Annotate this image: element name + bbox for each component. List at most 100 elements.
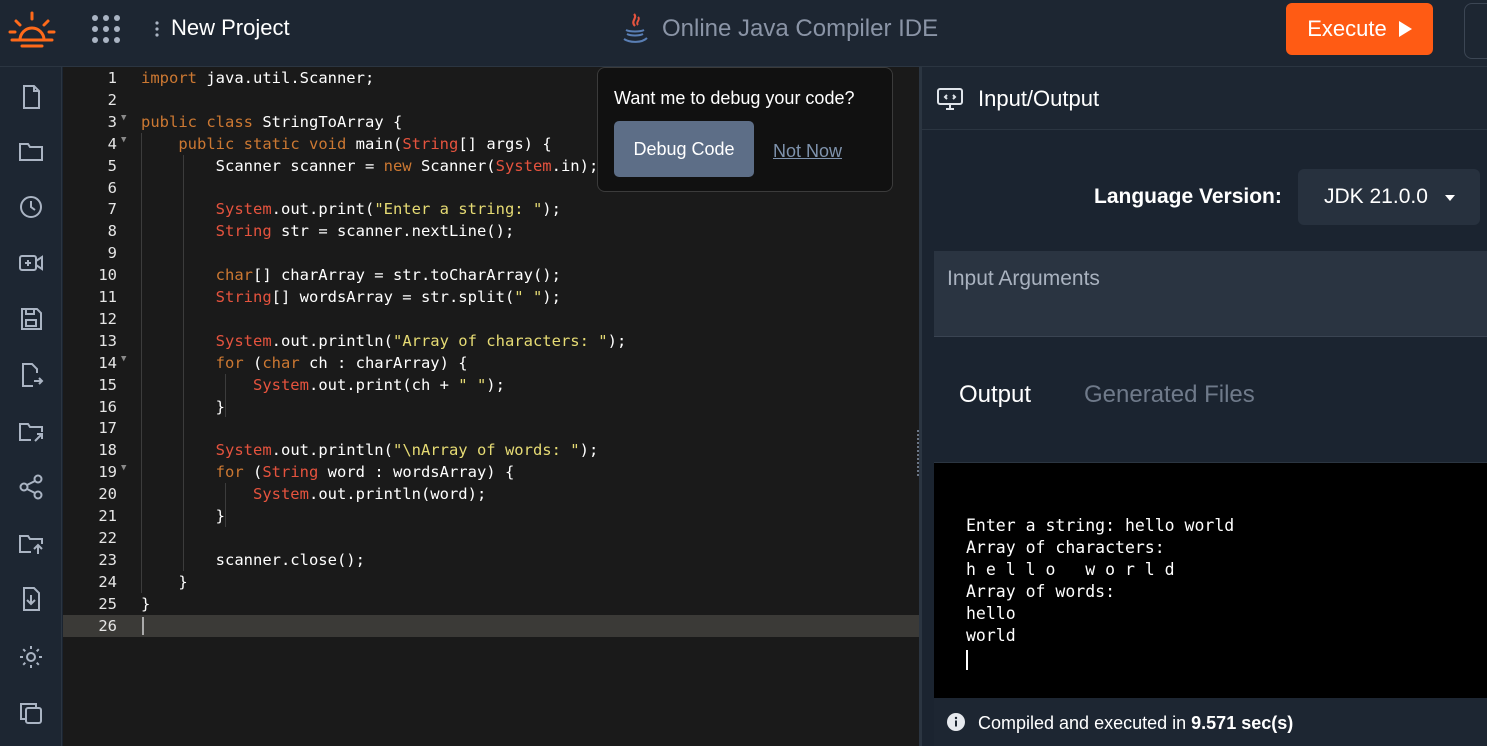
code-line-26[interactable]: 26 xyxy=(63,614,919,637)
code-line-9[interactable]: 9 xyxy=(63,242,919,264)
io-title: Input/Output xyxy=(978,86,1100,111)
folder-share-icon[interactable] xyxy=(17,417,45,445)
settings-icon[interactable] xyxy=(17,643,45,671)
code-text: public class StringToArray { xyxy=(141,112,403,131)
code-line-16[interactable]: 16 } xyxy=(63,396,919,418)
debug-popup: Want me to debug your code? Debug Code N… xyxy=(597,67,893,192)
account-button[interactable] xyxy=(1464,3,1487,59)
copy-icon[interactable] xyxy=(17,699,45,727)
code-line-23[interactable]: 23 scanner.close(); xyxy=(63,549,919,571)
code-line-20[interactable]: 20 System.out.println(word); xyxy=(63,483,919,505)
code-text: System.out.println("Array of characters:… xyxy=(215,331,627,350)
code-text: System.out.print("Enter a string: "); xyxy=(215,200,561,219)
code-text: System.out.println(word); xyxy=(252,485,487,504)
code-line-10[interactable]: 10 char[] charArray = str.toCharArray(); xyxy=(63,264,919,286)
line-number: 24 xyxy=(98,572,117,591)
language-select[interactable]: JDK 21.0.0 xyxy=(1298,169,1480,225)
indent-guide xyxy=(183,154,184,571)
line-number: 8 xyxy=(107,222,117,241)
output-line: h e l l o w o r l d xyxy=(966,560,1175,579)
status-time: 9.571 sec(s) xyxy=(1191,713,1294,733)
play-icon xyxy=(1398,21,1412,37)
code-text: System.out.print(ch + " "); xyxy=(252,375,505,394)
code-line-14[interactable]: 14 ▼ for (char ch : charArray) { xyxy=(63,352,919,374)
output-console[interactable]: Enter a string: hello world Array of char… xyxy=(934,462,1487,698)
line-number: 3 xyxy=(107,112,117,131)
output-line: world xyxy=(966,626,1016,645)
code-text: for (char ch : charArray) { xyxy=(215,353,468,372)
fold-toggle-icon[interactable]: ▼ xyxy=(121,113,126,123)
line-number: 1 xyxy=(107,69,117,87)
folder-upload-icon[interactable] xyxy=(17,529,45,557)
fold-toggle-icon[interactable]: ▼ xyxy=(121,463,126,473)
line-number: 9 xyxy=(107,244,117,263)
code-text: for (String word : wordsArray) { xyxy=(215,463,515,482)
app-title-text: Online Java Compiler IDE xyxy=(662,15,939,42)
code-line-24[interactable]: 24 } xyxy=(63,571,919,593)
fold-toggle-icon[interactable]: ▼ xyxy=(121,354,126,364)
line-number: 20 xyxy=(98,485,117,504)
history-icon[interactable] xyxy=(17,193,45,221)
line-number: 5 xyxy=(107,156,117,175)
code-text: } xyxy=(141,594,151,613)
code-line-8[interactable]: 8 String str = scanner.nextLine(); xyxy=(63,220,919,242)
code-line-13[interactable]: 13 System.out.println("Array of characte… xyxy=(63,330,919,352)
line-number: 12 xyxy=(98,309,117,328)
share-icon[interactable] xyxy=(17,473,45,501)
line-number: 14 xyxy=(98,353,117,372)
java-icon xyxy=(623,13,648,43)
input-arguments-placeholder: Input Arguments xyxy=(947,267,1100,290)
info-icon xyxy=(947,713,965,731)
code-line-12[interactable]: 12 xyxy=(63,308,919,330)
chevron-down-icon xyxy=(1445,195,1455,201)
output-line: Array of characters: xyxy=(966,538,1165,557)
tab-output[interactable]: Output xyxy=(959,381,1031,409)
code-line-17[interactable]: 17 xyxy=(63,417,919,439)
folder-icon[interactable] xyxy=(17,137,45,165)
output-line: Array of words: xyxy=(966,582,1116,601)
debug-code-button[interactable]: Debug Code xyxy=(614,121,754,177)
download-icon[interactable] xyxy=(17,585,45,613)
debug-question: Want me to debug your code? xyxy=(614,88,855,108)
code-line-25[interactable]: 25} xyxy=(63,593,919,615)
indent-guide xyxy=(225,373,226,418)
code-text: Scanner scanner = new Scanner(System.in)… xyxy=(141,156,599,175)
apps-grid-icon[interactable] xyxy=(90,13,122,45)
code-line-19[interactable]: 19 ▼ for (String word : wordsArray) { xyxy=(63,461,919,483)
top-bar: New Project Online Java Compiler IDE Exe… xyxy=(0,0,1487,67)
line-number: 7 xyxy=(107,200,117,219)
status-bar: Compiled and executed in 9.571 sec(s) xyxy=(934,698,1487,746)
sun-logo-icon[interactable] xyxy=(8,10,56,50)
indent-guide xyxy=(141,132,142,593)
code-line-7[interactable]: 7 System.out.print("Enter a string: "); xyxy=(63,198,919,220)
code-line-22[interactable]: 22 xyxy=(63,527,919,549)
kebab-menu-icon[interactable] xyxy=(153,18,161,40)
sidebar xyxy=(0,67,62,746)
code-line-11[interactable]: 11 String[] wordsArray = str.split(" "); xyxy=(63,286,919,308)
splitter-handle[interactable] xyxy=(917,430,920,476)
file-export-icon[interactable] xyxy=(17,361,45,389)
line-number: 22 xyxy=(98,528,117,547)
code-text: public static void main(String[] args) { xyxy=(178,134,552,153)
save-icon[interactable] xyxy=(17,305,45,333)
tab-generated-files[interactable]: Generated Files xyxy=(1084,381,1255,409)
output-line: hello xyxy=(966,604,1016,623)
execute-button[interactable]: Execute xyxy=(1286,3,1433,55)
code-line-21[interactable]: 21 } xyxy=(63,505,919,527)
input-arguments-field[interactable]: Input Arguments xyxy=(934,251,1487,337)
code-line-18[interactable]: 18 System.out.println("\nArray of words:… xyxy=(63,439,919,461)
code-text: char[] charArray = str.toCharArray(); xyxy=(215,266,561,285)
line-number: 13 xyxy=(98,331,117,350)
code-line-15[interactable]: 15 System.out.print(ch + " "); xyxy=(63,374,919,396)
fold-toggle-icon[interactable]: ▼ xyxy=(121,135,126,145)
file-icon[interactable] xyxy=(17,83,45,111)
code-text: System.out.println("\nArray of words: ")… xyxy=(215,441,599,460)
console-cursor xyxy=(966,650,968,670)
project-title[interactable]: New Project xyxy=(171,15,290,41)
line-number: 6 xyxy=(107,178,117,197)
video-add-icon[interactable] xyxy=(17,249,45,277)
line-number: 16 xyxy=(98,397,117,416)
execute-label: Execute xyxy=(1307,16,1387,41)
not-now-link[interactable]: Not Now xyxy=(773,141,842,162)
line-number: 10 xyxy=(98,266,117,285)
